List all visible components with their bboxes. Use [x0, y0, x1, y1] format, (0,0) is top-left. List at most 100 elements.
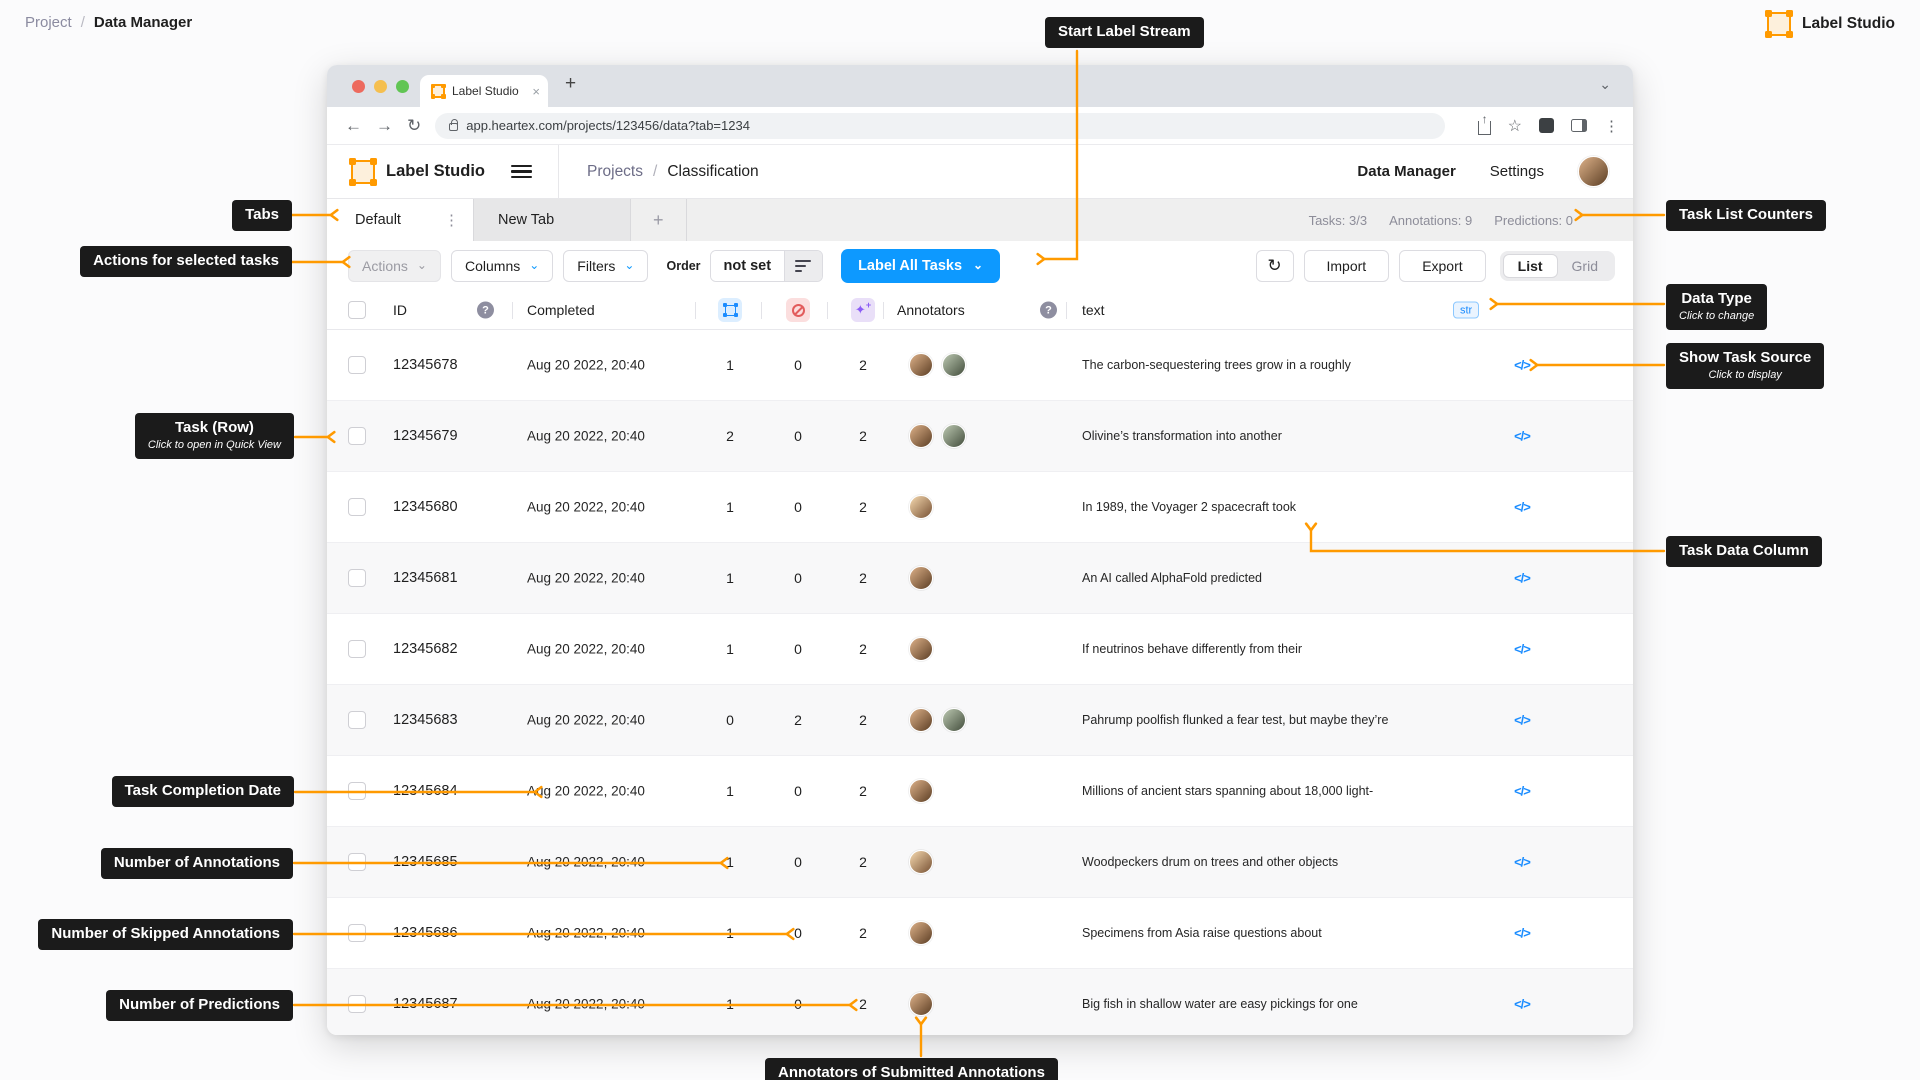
new-tab-icon[interactable]: +: [565, 73, 576, 95]
import-button[interactable]: Import: [1303, 250, 1390, 282]
annotations-column-icon[interactable]: [718, 298, 742, 322]
nav-data-manager[interactable]: Data Manager: [1357, 163, 1455, 180]
show-source-icon[interactable]: </>: [1505, 926, 1539, 941]
table-row[interactable]: 12345680 Aug 20 2022, 20:40 1 0 2 In 198…: [327, 472, 1633, 543]
app-brand[interactable]: Label Studio: [349, 157, 485, 186]
table-row[interactable]: 12345681 Aug 20 2022, 20:40 1 0 2 An AI …: [327, 543, 1633, 614]
nav-settings[interactable]: Settings: [1490, 163, 1544, 180]
row-checkbox[interactable]: [348, 853, 366, 871]
show-source-icon[interactable]: </>: [1505, 571, 1539, 586]
traffic-light-zoom[interactable]: [396, 80, 409, 93]
annotator-avatar[interactable]: [909, 921, 933, 945]
annotator-avatar[interactable]: [909, 495, 933, 519]
nav-project-name[interactable]: Classification: [667, 163, 758, 181]
user-avatar[interactable]: [1578, 156, 1609, 187]
list-view-button[interactable]: List: [1502, 254, 1558, 278]
annotator-avatar[interactable]: [909, 992, 933, 1016]
row-checkbox[interactable]: [348, 569, 366, 587]
annotator-avatar[interactable]: [909, 637, 933, 661]
row-checkbox[interactable]: [348, 924, 366, 942]
annotator-avatar[interactable]: [942, 424, 966, 448]
nav-projects[interactable]: Projects: [587, 163, 643, 181]
table-row[interactable]: 12345687 Aug 20 2022, 20:40 1 0 2 Big fi…: [327, 969, 1633, 1035]
browser-tab[interactable]: Label Studio ×: [420, 75, 548, 107]
table-row[interactable]: 12345678 Aug 20 2022, 20:40 1 0 2 The ca…: [327, 330, 1633, 401]
row-checkbox[interactable]: [348, 427, 366, 445]
browser-menu-icon[interactable]: ⋮: [1604, 117, 1619, 135]
columns-button[interactable]: Columns ⌄: [450, 250, 554, 282]
sidepanel-icon[interactable]: [1571, 119, 1587, 132]
breadcrumb-project[interactable]: Project: [25, 14, 72, 31]
annotator-avatar[interactable]: [909, 424, 933, 448]
extension-icon[interactable]: [1539, 118, 1554, 133]
row-checkbox[interactable]: [348, 640, 366, 658]
column-header-annotators[interactable]: Annotators: [897, 302, 965, 318]
callout-actions: Actions for selected tasks: [80, 246, 292, 277]
skipped-column-icon[interactable]: [786, 298, 810, 322]
column-header-completed[interactable]: Completed: [527, 302, 595, 318]
show-source-icon[interactable]: </>: [1505, 713, 1539, 728]
table-row[interactable]: 12345684 Aug 20 2022, 20:40 1 0 2 Millio…: [327, 756, 1633, 827]
show-source-icon[interactable]: </>: [1505, 642, 1539, 657]
table-row[interactable]: 12345686 Aug 20 2022, 20:40 1 0 2 Specim…: [327, 898, 1633, 969]
tab-close-icon[interactable]: ×: [532, 84, 540, 99]
predictions-column-icon[interactable]: ✦ +: [851, 298, 875, 322]
grid-view-button[interactable]: Grid: [1558, 254, 1612, 278]
filters-button[interactable]: Filters ⌄: [563, 250, 649, 282]
prediction-count: 2: [859, 854, 867, 870]
annotator-avatar[interactable]: [909, 779, 933, 803]
row-checkbox[interactable]: [348, 356, 366, 374]
annotation-count: 1: [726, 641, 734, 657]
reload-icon[interactable]: ↻: [407, 117, 421, 134]
annotator-avatar[interactable]: [909, 353, 933, 377]
annotator-avatars: [909, 495, 933, 519]
skipped-count: 0: [794, 570, 802, 586]
traffic-light-close[interactable]: [352, 80, 365, 93]
help-icon[interactable]: ?: [1040, 301, 1057, 319]
tab-options-icon[interactable]: ⋮: [444, 211, 459, 229]
actions-button[interactable]: Actions ⌄: [348, 250, 441, 282]
share-icon[interactable]: [1477, 111, 1491, 135]
back-icon[interactable]: ←: [345, 117, 362, 134]
hamburger-menu-icon[interactable]: [511, 165, 532, 178]
row-checkbox[interactable]: [348, 995, 366, 1013]
table-row[interactable]: 12345683 Aug 20 2022, 20:40 0 2 2 Pahrum…: [327, 685, 1633, 756]
show-source-icon[interactable]: </>: [1505, 358, 1539, 373]
sort-order-icon[interactable]: [784, 251, 823, 281]
table-row[interactable]: 12345679 Aug 20 2022, 20:40 2 0 2 Olivin…: [327, 401, 1633, 472]
row-checkbox[interactable]: [348, 782, 366, 800]
show-source-icon[interactable]: </>: [1505, 855, 1539, 870]
table-row[interactable]: 12345682 Aug 20 2022, 20:40 1 0 2 If neu…: [327, 614, 1633, 685]
tab-new-tab[interactable]: New Tab: [473, 199, 631, 241]
data-type-badge[interactable]: str: [1453, 301, 1480, 319]
column-header-text[interactable]: text: [1082, 302, 1105, 318]
help-icon[interactable]: ?: [477, 301, 494, 319]
show-source-icon[interactable]: </>: [1505, 997, 1539, 1012]
address-bar[interactable]: app.heartex.com/projects/123456/data?tab…: [435, 112, 1446, 139]
annotator-avatar[interactable]: [909, 566, 933, 590]
annotator-avatar[interactable]: [909, 850, 933, 874]
add-view-tab-icon[interactable]: +: [631, 199, 687, 241]
refresh-button[interactable]: ↻: [1255, 250, 1294, 282]
tabstrip-chevron-icon[interactable]: ⌄: [1599, 76, 1611, 93]
show-source-icon[interactable]: </>: [1505, 500, 1539, 515]
traffic-light-minimize[interactable]: [374, 80, 387, 93]
forward-icon[interactable]: →: [376, 117, 393, 134]
select-all-checkbox[interactable]: [348, 301, 366, 319]
column-header-id[interactable]: ID: [393, 302, 407, 318]
show-source-icon[interactable]: </>: [1505, 784, 1539, 799]
favicon-label-studio: [430, 83, 446, 99]
annotator-avatar[interactable]: [942, 708, 966, 732]
table-row[interactable]: 12345685 Aug 20 2022, 20:40 1 0 2 Woodpe…: [327, 827, 1633, 898]
row-checkbox[interactable]: [348, 498, 366, 516]
order-value[interactable]: not set: [710, 251, 785, 281]
label-all-tasks-button[interactable]: Label All Tasks ⌄: [841, 249, 1001, 283]
export-button[interactable]: Export: [1399, 250, 1486, 282]
annotator-avatar[interactable]: [909, 708, 933, 732]
plus-icon: +: [865, 300, 872, 310]
tab-default[interactable]: Default ⋮: [327, 199, 473, 241]
row-checkbox[interactable]: [348, 711, 366, 729]
annotator-avatar[interactable]: [942, 353, 966, 377]
bookmark-star-icon[interactable]: ☆: [1508, 116, 1522, 136]
show-source-icon[interactable]: </>: [1505, 429, 1539, 444]
